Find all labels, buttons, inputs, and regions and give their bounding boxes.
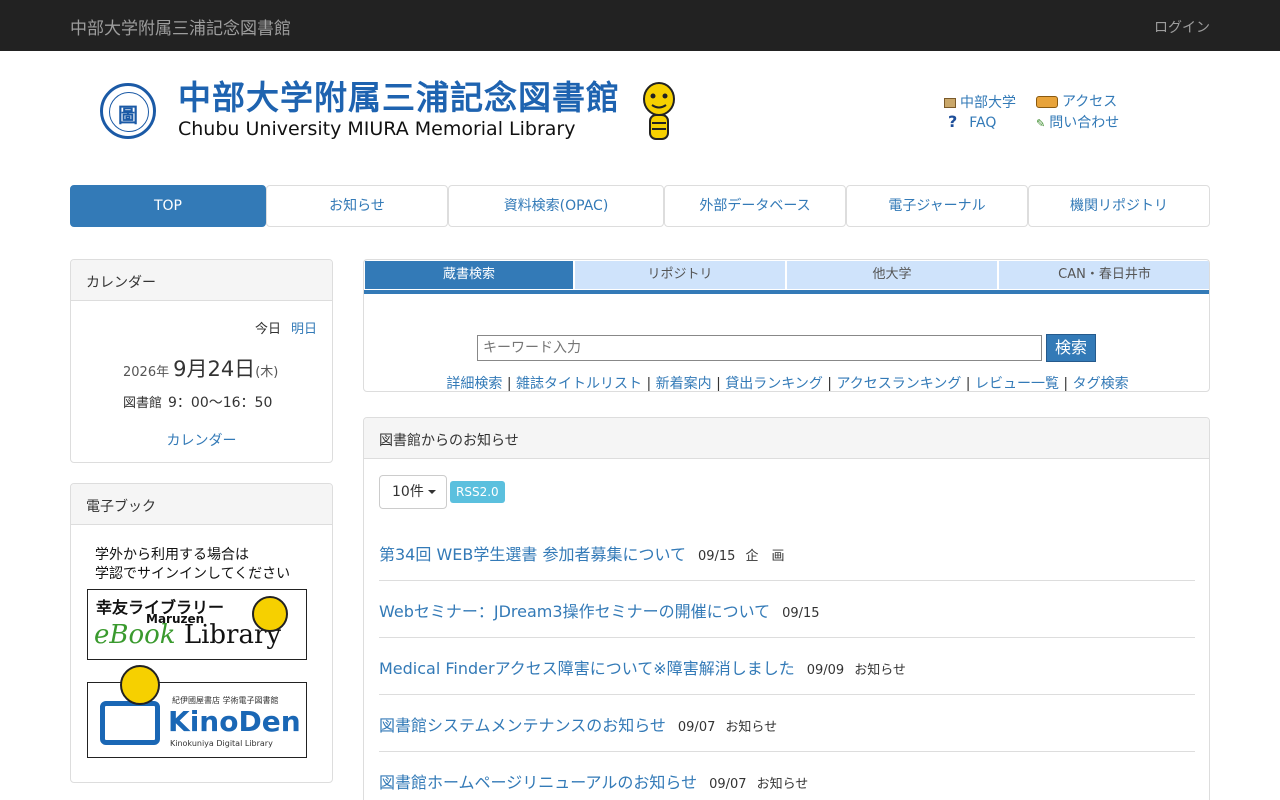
link-access-ranking[interactable]: アクセスランキング	[836, 376, 961, 391]
news-item: Medical Finderアクセス障害について※障害解消しました 09/09 お知…	[379, 638, 1195, 695]
header-link-access[interactable]: アクセス	[1036, 91, 1117, 111]
search-tabs: 蔵書検索 リポジトリ 他大学 CAN・春日井市	[364, 260, 1209, 294]
news-panel: 図書館からのお知らせ 10件 RSS2.0 第34回 WEB学生選書 参加者募集…	[363, 417, 1210, 800]
news-item-date: 09/09	[806, 663, 845, 678]
tiger-mascot-icon	[643, 82, 675, 140]
news-item: 図書館システムメンテナンスのお知らせ 09/07 お知らせ	[379, 695, 1195, 752]
search-panel: 蔵書検索 リポジトリ 他大学 CAN・春日井市 検索 詳細検索 | 雑誌タイトル…	[363, 259, 1210, 392]
calendar-link[interactable]: カレンダー	[71, 430, 332, 450]
news-item: 第34回 WEB学生選書 参加者募集について 09/15 企 画	[379, 524, 1195, 581]
main-nav: TOP お知らせ 資料検索(OPAC) 外部データベース 電子ジャーナル 機関リ…	[70, 185, 1210, 227]
caret-down-icon	[427, 490, 436, 494]
nav-ejournal[interactable]: 電子ジャーナル	[846, 185, 1028, 227]
tab-other-univ[interactable]: 他大学	[786, 260, 998, 290]
nav-news[interactable]: お知らせ	[266, 185, 448, 227]
link-new-arrivals[interactable]: 新着案内	[656, 376, 712, 391]
news-count-dropdown[interactable]: 10件	[379, 475, 447, 509]
news-item-category: お知らせ	[756, 777, 809, 792]
calendar-panel: カレンダー 今日 明日 2026年 9月24日(木) 図書館 9：00～16：50 カ…	[70, 259, 333, 463]
news-item-date: 09/07	[709, 777, 747, 792]
top-navbar: 中部大学附属三浦記念図書館 ログイン	[0, 0, 1280, 51]
link-tag-search[interactable]: タグ検索	[1073, 376, 1129, 391]
news-item-category: お知らせ	[725, 720, 778, 735]
kinoden-banner[interactable]: 紀伊國屋書店 学術電子図書館 KinoDen Kinokuniya Digita…	[87, 665, 307, 758]
news-item: 図書館ホームページリニューアルのお知らせ 09/07 お知らせ	[379, 752, 1195, 800]
header-link-contact[interactable]: ✎ 問い合わせ	[1036, 112, 1119, 132]
header-link-faq[interactable]: ? FAQ	[948, 112, 996, 131]
keyword-search-input[interactable]	[477, 335, 1042, 361]
calendar-date: 2026年 9月24日(木)	[123, 357, 279, 381]
news-heading: 図書館からのお知らせ	[364, 418, 1209, 459]
nav-external-db[interactable]: 外部データベース	[664, 185, 846, 227]
calendar-heading: カレンダー	[71, 260, 332, 301]
news-item-date: 09/07	[677, 720, 716, 735]
header-quick-links: 中部大学 アクセス ? FAQ ✎ 問い合わせ	[944, 91, 1154, 131]
ebook-heading: 電子ブック	[71, 484, 332, 525]
ebook-panel: 電子ブック 学外から利用する場合は 学認でサインインしてください 幸友ライブラリ…	[70, 483, 333, 783]
calendar-tomorrow-link[interactable]: 明日	[291, 322, 317, 337]
tiger-mascot-icon	[120, 665, 160, 705]
search-button[interactable]: 検索	[1046, 334, 1096, 362]
question-icon: ?	[948, 112, 958, 131]
search-sub-links: 詳細検索 | 雑誌タイトルリスト | 新着案内 | 貸出ランキング | アクセス…	[446, 376, 1129, 392]
news-item-category: 企 画	[745, 549, 785, 564]
university-icon	[944, 98, 956, 108]
library-title-en: Chubu University MIURA Memorial Library	[178, 118, 576, 140]
brand-link[interactable]: 中部大学附属三浦記念図書館	[70, 14, 291, 39]
calendar-day-switch: 今日 明日	[255, 318, 317, 337]
login-link[interactable]: ログイン	[1154, 17, 1210, 37]
ebook-signin-note: 学外から利用する場合は 学認でサインインしてください	[95, 547, 291, 582]
news-item-title[interactable]: Medical Finderアクセス障害について※障害解消しました	[379, 659, 795, 678]
news-item-title[interactable]: Webセミナー：JDream3操作セミナーの開催について	[379, 602, 770, 621]
maruzen-ebook-banner[interactable]: 幸友ライブラリー Maruzen eBook Library	[87, 589, 307, 660]
nav-repository[interactable]: 機関リポジトリ	[1028, 185, 1210, 227]
nav-opac[interactable]: 資料検索(OPAC)	[448, 185, 664, 227]
bus-icon	[1036, 96, 1058, 108]
library-title-ja[interactable]: 中部大学附属三浦記念図書館	[178, 71, 620, 119]
kinoden-logo-icon	[100, 701, 160, 745]
news-item-title[interactable]: 第34回 WEB学生選書 参加者募集について	[379, 545, 686, 564]
link-advanced-search[interactable]: 詳細検索	[446, 376, 502, 391]
tab-can-kasugai[interactable]: CAN・春日井市	[998, 260, 1209, 290]
calendar-today[interactable]: 今日	[255, 322, 281, 337]
link-journal-titles[interactable]: 雑誌タイトルリスト	[516, 376, 642, 391]
pencil-icon: ✎	[1036, 117, 1046, 130]
tab-holdings-search[interactable]: 蔵書検索	[364, 260, 574, 290]
university-seal-logo: 圖	[100, 83, 156, 139]
calendar-date-main: 9月24日	[173, 357, 256, 381]
rss-badge[interactable]: RSS2.0	[450, 481, 505, 503]
news-item-title[interactable]: 図書館ホームページリニューアルのお知らせ	[379, 773, 697, 792]
nav-top[interactable]: TOP	[70, 185, 266, 227]
news-item-category: お知らせ	[854, 663, 906, 678]
link-review-list[interactable]: レビュー一覧	[975, 376, 1059, 391]
news-item: Webセミナー：JDream3操作セミナーの開催について 09/15	[379, 581, 1195, 638]
news-item-title[interactable]: 図書館システムメンテナンスのお知らせ	[379, 716, 666, 735]
tab-repository[interactable]: リポジトリ	[574, 260, 786, 290]
opening-hours: 図書館 9：00～16：50	[123, 395, 273, 411]
news-item-date: 09/15	[782, 606, 820, 621]
tiger-mascot-icon	[252, 596, 288, 632]
header-link-university[interactable]: 中部大学	[944, 92, 1016, 112]
link-loan-ranking[interactable]: 貸出ランキング	[725, 376, 823, 391]
news-item-date: 09/15	[697, 549, 736, 564]
site-header: 圖 中部大学附属三浦記念図書館 Chubu University MIURA M…	[70, 51, 1210, 171]
